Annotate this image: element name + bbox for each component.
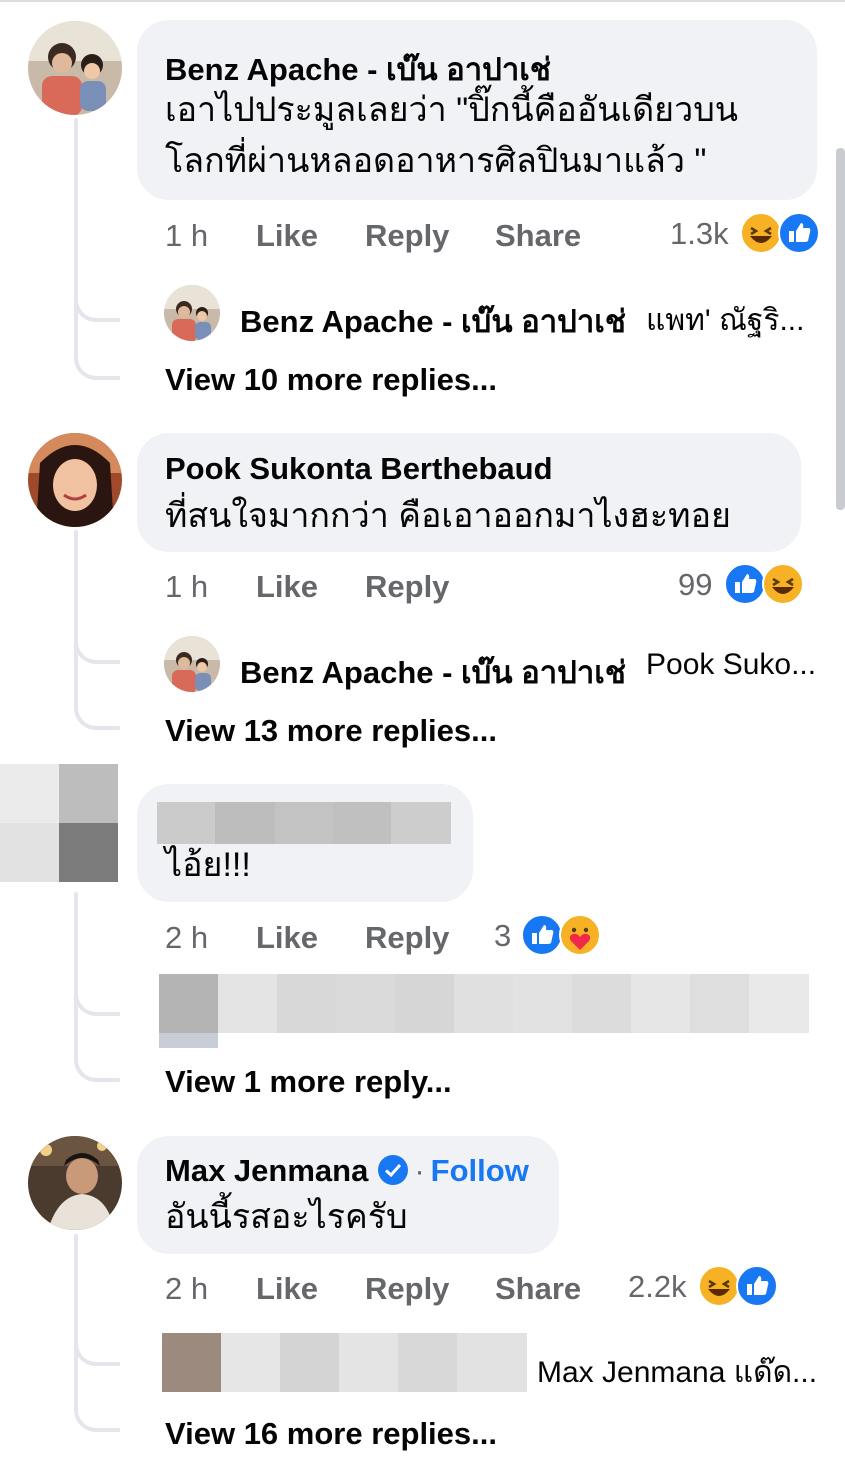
comment-text: โลกที่ผ่านหลอดอาหารศิลปินมาแล้ว " xyxy=(165,142,707,180)
thread-branch xyxy=(74,1332,120,1366)
thread-branch xyxy=(74,982,120,1016)
comment-text: ที่สนใจมากกว่า คือเอาออกมาไงฮะทอย xyxy=(165,497,731,535)
care-reaction-icon xyxy=(559,914,601,956)
reaction-count[interactable]: 1.3k xyxy=(670,216,729,252)
like-reaction-icon xyxy=(736,1265,778,1307)
thread-branch xyxy=(74,290,120,322)
reaction-count[interactable]: 3 xyxy=(494,918,511,954)
scrollbar[interactable] xyxy=(836,148,845,510)
thread-branch xyxy=(74,632,120,664)
avatar[interactable] xyxy=(28,21,122,115)
comment-author[interactable]: Pook Sukonta Berthebaud xyxy=(165,451,553,487)
pixelated-author-name xyxy=(157,802,451,844)
top-divider xyxy=(0,0,845,2)
reply-button[interactable]: Reply xyxy=(365,569,449,605)
reply-preview-text[interactable]: แพท' ณัฐริ... xyxy=(646,297,804,344)
comment-text: ไอ้ย!!! xyxy=(165,846,251,884)
pixelated-avatar[interactable] xyxy=(0,764,118,882)
verified-badge-icon xyxy=(378,1155,409,1185)
like-reaction-icon xyxy=(778,212,820,254)
reaction-count[interactable]: 99 xyxy=(678,567,712,603)
comment-time[interactable]: 2 h xyxy=(165,920,208,956)
comment-time[interactable]: 1 h xyxy=(165,569,208,605)
comment-author-row: Max Jenmana · Follow xyxy=(165,1153,529,1189)
view-more-replies-link[interactable]: View 1 more reply... xyxy=(165,1064,452,1100)
thread-branch xyxy=(74,330,120,380)
view-more-replies-link[interactable]: View 10 more replies... xyxy=(165,362,497,398)
share-button[interactable]: Share xyxy=(495,1271,581,1307)
comment-text: เอาไปประมูลเลยว่า "ปิ๊กนี้คืออันเดียวบน xyxy=(165,91,739,129)
reply-preview-text[interactable]: Pook Suko... xyxy=(646,648,816,682)
like-reaction-icon xyxy=(724,563,766,605)
comment-time[interactable]: 2 h xyxy=(165,1271,208,1307)
view-more-replies-link[interactable]: View 16 more replies... xyxy=(165,1416,497,1452)
reply-author[interactable]: Benz Apache - เบ๊น อาปาเช่ xyxy=(240,647,626,697)
avatar[interactable] xyxy=(28,1136,122,1230)
reply-preview-text[interactable]: Max Jenmana แด๊ด... xyxy=(537,1349,817,1396)
like-button[interactable]: Like xyxy=(256,569,318,605)
reply-button[interactable]: Reply xyxy=(365,218,449,254)
reply-avatar[interactable] xyxy=(164,636,220,692)
reply-avatar[interactable] xyxy=(164,285,220,341)
view-more-replies-link[interactable]: View 13 more replies... xyxy=(165,713,497,749)
avatar[interactable] xyxy=(28,433,122,527)
haha-reaction-icon xyxy=(762,563,804,605)
comment-text: อันนี้รสอะไรครับ xyxy=(165,1198,408,1236)
share-button[interactable]: Share xyxy=(495,218,581,254)
comment-author[interactable]: Max Jenmana xyxy=(165,1153,368,1188)
pixelated-reply-preview[interactable] xyxy=(159,974,809,1048)
like-button[interactable]: Like xyxy=(256,1271,318,1307)
like-button[interactable]: Like xyxy=(256,218,318,254)
reply-button[interactable]: Reply xyxy=(365,920,449,956)
comment-time[interactable]: 1 h xyxy=(165,218,208,254)
like-button[interactable]: Like xyxy=(256,920,318,956)
haha-reaction-icon xyxy=(740,212,782,254)
like-reaction-icon xyxy=(521,914,563,956)
separator-dot: · xyxy=(414,1153,425,1188)
reaction-count[interactable]: 2.2k xyxy=(628,1269,687,1305)
follow-button[interactable]: Follow xyxy=(431,1153,529,1188)
haha-reaction-icon xyxy=(698,1265,740,1307)
thread-branch xyxy=(74,1024,120,1082)
reply-button[interactable]: Reply xyxy=(365,1271,449,1307)
thread-branch xyxy=(74,672,120,730)
thread-branch xyxy=(74,1374,120,1432)
reply-author[interactable]: Benz Apache - เบ๊น อาปาเช่ xyxy=(240,296,626,346)
pixelated-reply-author[interactable] xyxy=(162,1333,527,1392)
